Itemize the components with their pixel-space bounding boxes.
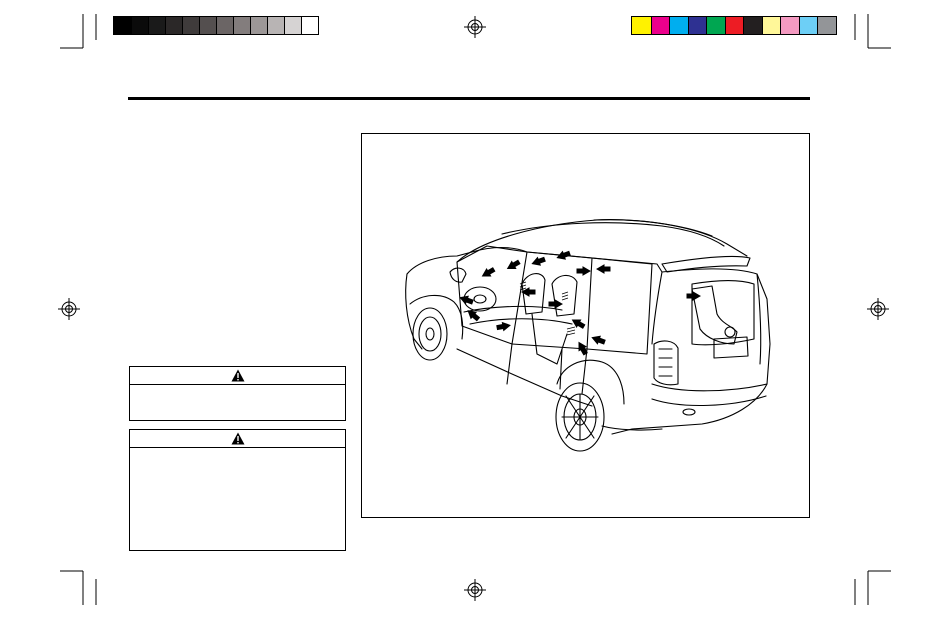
warning-box-2	[129, 429, 346, 551]
color-swatch	[650, 17, 670, 34]
grayscale-color-bar	[113, 16, 319, 35]
color-swatch	[216, 17, 233, 34]
color-swatch	[706, 17, 725, 34]
color-swatch	[780, 17, 799, 34]
color-swatch	[761, 17, 781, 34]
warning-box-1-header	[130, 367, 345, 385]
warning-box-2-text	[130, 448, 345, 456]
color-swatch	[199, 17, 216, 34]
warning-box-1	[129, 366, 346, 421]
color-swatch	[301, 17, 318, 34]
header-rule	[128, 97, 810, 100]
figure-frame	[361, 133, 810, 518]
color-swatch	[798, 17, 818, 34]
warning-box-2-header	[130, 430, 345, 448]
color-swatch	[669, 17, 688, 34]
warning-triangle-icon	[231, 432, 244, 445]
color-swatch	[131, 17, 148, 34]
color-swatch	[284, 17, 301, 34]
process-color-bar	[631, 16, 837, 35]
warning-box-1-text	[130, 385, 345, 393]
color-swatch	[632, 17, 651, 34]
color-swatch	[148, 17, 165, 34]
suv-air-vent-diagram	[405, 219, 771, 452]
color-swatch	[724, 17, 744, 34]
warning-triangle-icon	[231, 369, 244, 382]
color-swatch	[182, 17, 199, 34]
color-swatch	[743, 17, 762, 34]
color-swatch	[250, 17, 267, 34]
color-swatch	[114, 17, 131, 34]
color-swatch	[817, 17, 836, 34]
color-swatch	[165, 17, 182, 34]
color-swatch	[687, 17, 707, 34]
color-swatch	[233, 17, 250, 34]
color-swatch	[267, 17, 284, 34]
